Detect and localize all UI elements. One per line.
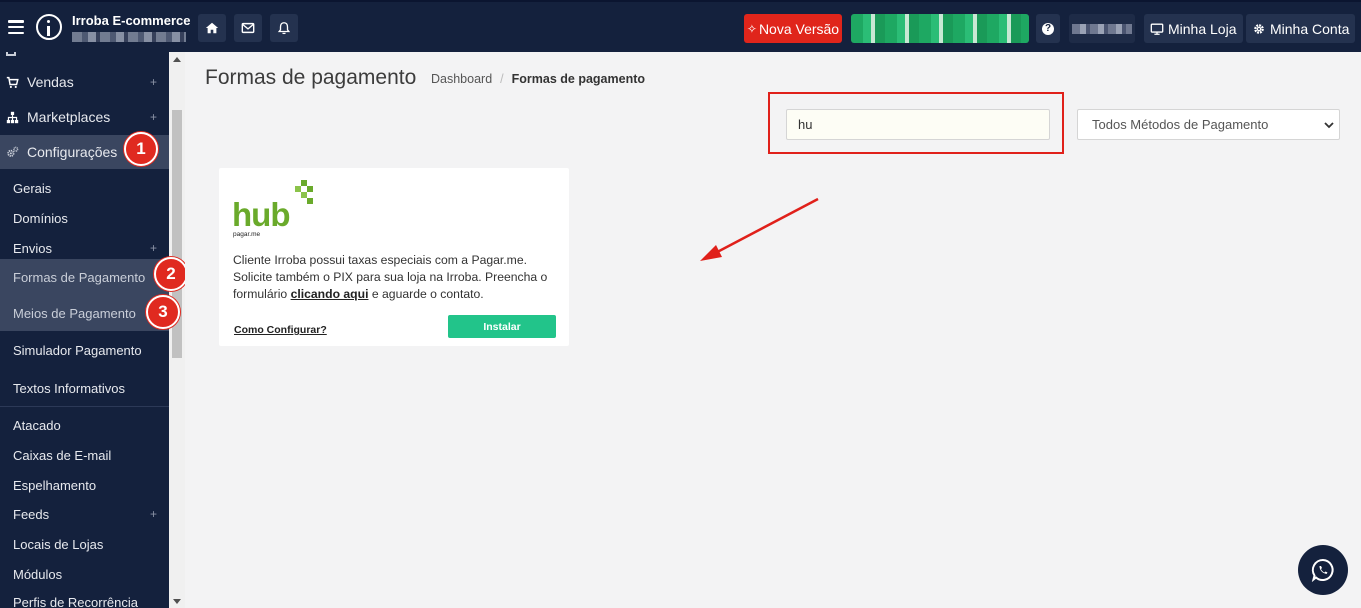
breadcrumb-current: Formas de pagamento	[511, 72, 646, 86]
sidebar-item-atacado[interactable]: Atacado	[0, 410, 169, 440]
instalar-button[interactable]: Instalar	[448, 315, 556, 338]
sidebar-item-perfis-de-recorrencia[interactable]: Perfis de Recorrência	[0, 587, 169, 608]
breadcrumb-separator: /	[500, 72, 504, 86]
sidebar-item-label: Marketplaces	[27, 109, 111, 125]
breadcrumb-dashboard[interactable]: Dashboard	[431, 72, 492, 86]
payment-card-hub-pagarme: hub pagar.me Cliente Irroba possui taxas…	[219, 168, 569, 346]
sidebar-item-dominios[interactable]: Domínios	[0, 203, 169, 233]
search-input[interactable]	[786, 109, 1050, 140]
sidebar-item-label: Domínios	[13, 210, 68, 226]
expand-icon: +	[149, 507, 157, 521]
sidebar-item-label: Perfis de Recorrência	[13, 594, 138, 608]
payment-method-filter[interactable]: Todos Métodos de Pagamento	[1077, 109, 1340, 140]
sidebar-item-locais-de-lojas[interactable]: Locais de Lojas	[0, 529, 169, 559]
sidebar-item-label: Feeds	[13, 506, 50, 522]
sidebar-item-label: Configurações	[27, 144, 118, 160]
sidebar-item-gerais[interactable]: Gerais	[0, 173, 169, 203]
desc-text-end: e aguarde o contato.	[368, 287, 484, 301]
sidebar-item-marketplaces[interactable]: Marketplaces +	[0, 100, 169, 134]
sidebar-item-label: Envios	[13, 240, 53, 256]
step-badge-3: 3	[146, 295, 180, 329]
irroba-logo-icon[interactable]	[36, 14, 62, 40]
sidebar-item-label: Gerais	[13, 180, 52, 196]
brand-area: Irroba E-commerce	[8, 2, 191, 52]
question-icon: ?	[1042, 22, 1054, 35]
minha-loja-label: Minha Loja	[1168, 20, 1237, 37]
home-button[interactable]	[198, 14, 226, 42]
cart-icon	[6, 76, 19, 88]
app-name: Irroba E-commerce	[72, 12, 191, 28]
sidebar-item-espelhamento[interactable]: Espelhamento	[0, 470, 169, 500]
sidebar-item-caixas-de-email[interactable]: Caixas de E-mail	[0, 440, 169, 470]
mail-button[interactable]	[234, 14, 262, 42]
sidebar-item-label: Espelhamento	[13, 477, 97, 493]
top-bar: Irroba E-commerce ✧ Nova Versão ? Minha …	[0, 0, 1361, 52]
breadcrumb: Dashboard / Formas de pagamento	[431, 72, 645, 86]
plan-banner-redacted[interactable]	[851, 14, 1029, 43]
sidebar-divider	[0, 406, 169, 407]
minha-conta-button[interactable]: Minha Conta	[1246, 14, 1356, 43]
sidebar-item-label: Formas de Pagamento	[13, 269, 146, 285]
user-redacted[interactable]	[1069, 14, 1135, 43]
nova-versao-label: Nova Versão	[758, 20, 840, 37]
expand-icon: +	[149, 110, 157, 124]
envelope-icon	[241, 22, 255, 34]
sidebar-item-feeds[interactable]: Feeds +	[0, 499, 169, 529]
notifications-button[interactable]	[270, 14, 298, 42]
nova-versao-button[interactable]: ✧ Nova Versão	[744, 14, 842, 43]
sidebar-scrollbar[interactable]	[169, 52, 185, 608]
step-badge-1: 1	[124, 132, 158, 166]
main-content: Formas de pagamento Dashboard / Formas d…	[185, 52, 1361, 608]
sparkle-icon: ✧	[746, 21, 757, 36]
sidebar-item-meios-de-pagamento[interactable]: Meios de Pagamento	[0, 295, 169, 331]
como-configurar-link[interactable]: Como Configurar?	[234, 324, 327, 336]
sidebar-item-label: Caixas de E-mail	[13, 447, 112, 463]
sidebar-item-label: Módulos	[13, 566, 63, 582]
minha-conta-label: Minha Conta	[1270, 20, 1350, 37]
page-title: Formas de pagamento	[205, 66, 417, 89]
minha-loja-button[interactable]: Minha Loja	[1144, 14, 1243, 43]
sidebar-item-textos-informativos[interactable]: Textos Informativos	[0, 373, 169, 403]
chevron-down-icon	[1324, 122, 1334, 129]
annotation-arrow	[700, 197, 819, 261]
svg-text:hub: hub	[232, 196, 289, 233]
help-button[interactable]: ?	[1036, 14, 1060, 43]
gears-icon	[7, 146, 19, 157]
expand-icon: +	[149, 241, 157, 255]
sidebar-clipped-item	[0, 52, 169, 64]
sidebar-item-formas-de-pagamento[interactable]: Formas de Pagamento	[0, 259, 169, 295]
hamburger-menu-icon[interactable]	[8, 20, 24, 34]
logo-subtitle: pagar.me	[233, 231, 260, 238]
sidebar-item-label: Vendas	[27, 74, 74, 90]
expand-icon: +	[149, 75, 157, 89]
home-icon	[205, 22, 219, 34]
sidebar-item-label: Meios de Pagamento	[13, 305, 136, 321]
sidebar-item-modulos[interactable]: Módulos	[0, 559, 169, 589]
store-name-redacted	[72, 31, 186, 42]
scroll-up-icon[interactable]	[173, 57, 181, 62]
sidebar-item-simulador-pagamento[interactable]: Simulador Pagamento	[0, 335, 169, 365]
monitor-icon	[1150, 23, 1164, 35]
gear-icon	[1254, 23, 1264, 34]
sidebar-item-label: Textos Informativos	[13, 380, 125, 396]
whatsapp-chat-button[interactable]	[1298, 545, 1348, 595]
filter-selected-value: Todos Métodos de Pagamento	[1092, 117, 1269, 132]
sidebar-item-vendas[interactable]: Vendas +	[0, 65, 169, 99]
hub-pagarme-logo: hub pagar.me	[232, 180, 313, 238]
scroll-down-icon[interactable]	[173, 599, 181, 604]
sidebar-item-label: Locais de Lojas	[13, 536, 104, 552]
sidebar-item-label: Atacado	[13, 417, 61, 433]
step-badge-2: 2	[154, 257, 188, 291]
sitemap-icon	[6, 111, 19, 123]
whatsapp-icon	[1311, 558, 1334, 583]
card-description: Cliente Irroba possui taxas especiais co…	[233, 252, 558, 303]
sidebar-item-label: Simulador Pagamento	[13, 342, 142, 358]
clicando-aqui-link[interactable]: clicando aqui	[291, 287, 369, 301]
bell-icon	[277, 22, 291, 35]
